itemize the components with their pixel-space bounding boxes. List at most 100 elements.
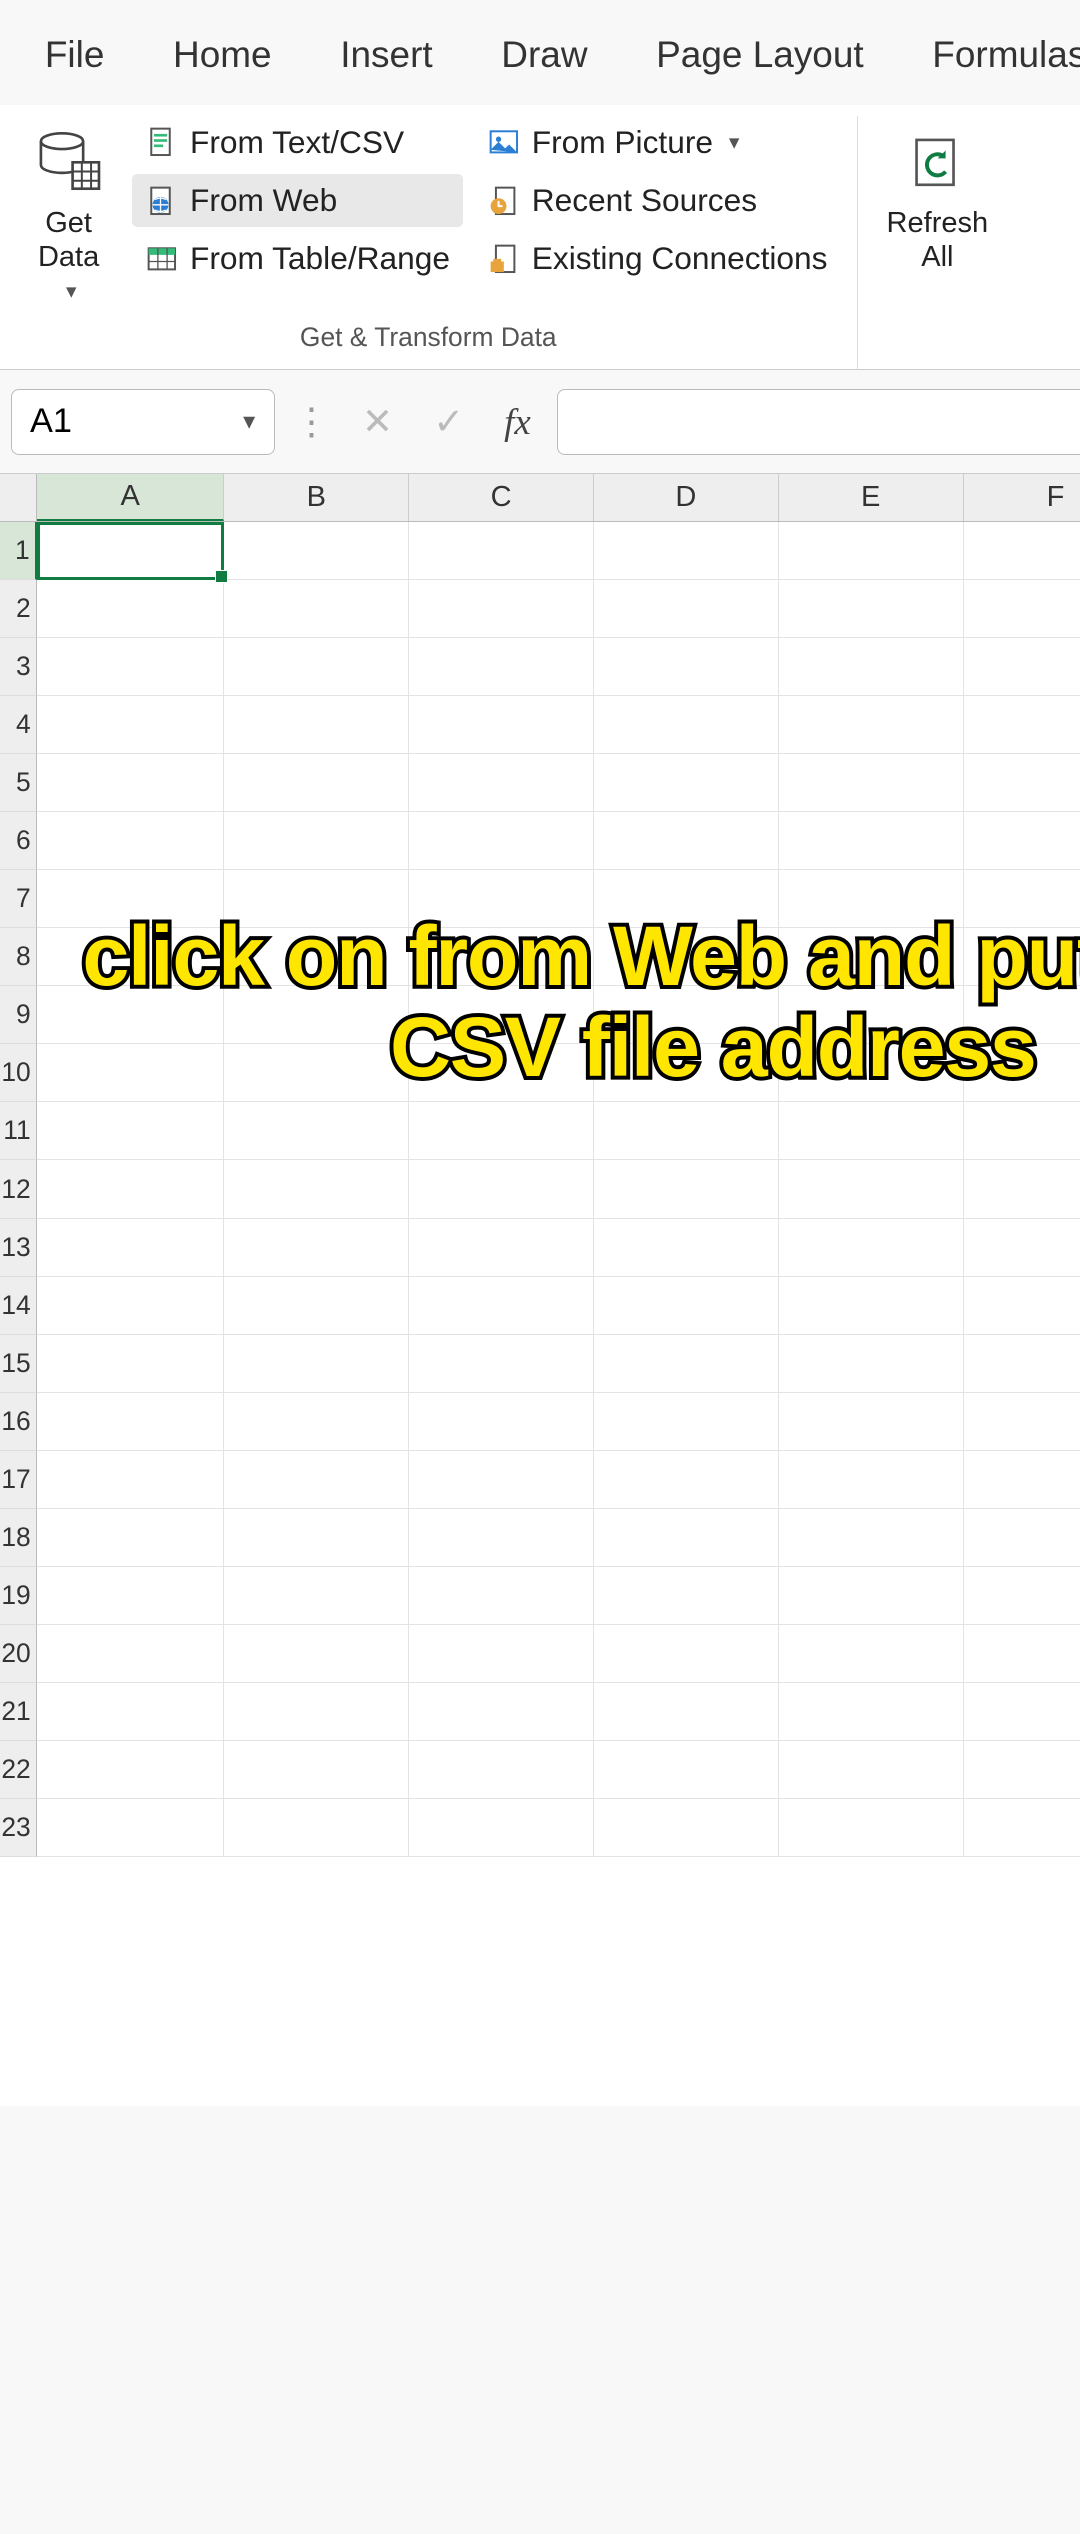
cell[interactable]: [37, 522, 224, 580]
insert-function-button[interactable]: fx: [491, 400, 544, 443]
row-header[interactable]: 6: [0, 812, 37, 870]
cell[interactable]: [594, 928, 779, 986]
cell[interactable]: [779, 1741, 964, 1799]
grid-body[interactable]: 1 2 3 4 5 6 7 8 9 10 11 12 13 14 15 16 1…: [0, 522, 1080, 2106]
tab-file[interactable]: File: [11, 18, 139, 92]
cell[interactable]: [409, 1219, 594, 1277]
cell[interactable]: [779, 696, 964, 754]
cell[interactable]: [594, 1509, 779, 1567]
recent-sources-button[interactable]: Recent Sources: [474, 174, 841, 227]
column-header-D[interactable]: D: [594, 474, 779, 521]
cell[interactable]: [409, 1160, 594, 1218]
cell[interactable]: [409, 1567, 594, 1625]
cell[interactable]: [409, 1277, 594, 1335]
cell[interactable]: [594, 1335, 779, 1393]
cell[interactable]: [779, 986, 964, 1044]
cell[interactable]: [779, 1219, 964, 1277]
cell[interactable]: [37, 1625, 224, 1683]
cell[interactable]: [964, 986, 1080, 1044]
cell[interactable]: [409, 928, 594, 986]
cell[interactable]: [224, 1451, 409, 1509]
column-header-E[interactable]: E: [779, 474, 964, 521]
cell[interactable]: [779, 928, 964, 986]
cell[interactable]: [409, 754, 594, 812]
cell[interactable]: [37, 1509, 224, 1567]
cell[interactable]: [594, 1625, 779, 1683]
row-header[interactable]: 2: [0, 580, 37, 638]
column-header-B[interactable]: B: [224, 474, 409, 521]
cell[interactable]: [409, 1509, 594, 1567]
row-header[interactable]: 19: [0, 1567, 37, 1625]
row-header[interactable]: 15: [0, 1335, 37, 1393]
cell[interactable]: [409, 1335, 594, 1393]
cell[interactable]: [964, 1625, 1080, 1683]
column-header-A[interactable]: A: [37, 474, 224, 521]
cell[interactable]: [594, 1683, 779, 1741]
cell[interactable]: [594, 1451, 779, 1509]
tab-draw[interactable]: Draw: [467, 18, 622, 92]
cell[interactable]: [224, 1625, 409, 1683]
cell[interactable]: [224, 986, 409, 1044]
row-header[interactable]: 22: [0, 1741, 37, 1799]
column-header-F[interactable]: F: [964, 474, 1080, 521]
cell[interactable]: [224, 638, 409, 696]
cell[interactable]: [224, 1335, 409, 1393]
name-box[interactable]: A1 ▾: [11, 389, 275, 455]
cell[interactable]: [224, 696, 409, 754]
cell[interactable]: [37, 1393, 224, 1451]
cell[interactable]: [779, 1451, 964, 1509]
cell[interactable]: [779, 870, 964, 928]
cell[interactable]: [224, 1219, 409, 1277]
row-header[interactable]: 17: [0, 1451, 37, 1509]
cell[interactable]: [594, 1219, 779, 1277]
cell[interactable]: [779, 754, 964, 812]
cell[interactable]: [409, 1393, 594, 1451]
cell[interactable]: [37, 870, 224, 928]
cell[interactable]: [964, 1393, 1080, 1451]
cell[interactable]: [964, 696, 1080, 754]
cell[interactable]: [594, 1393, 779, 1451]
cell[interactable]: [409, 1799, 594, 1857]
tab-page-layout[interactable]: Page Layout: [622, 18, 898, 92]
cell[interactable]: [964, 580, 1080, 638]
row-header[interactable]: 21: [0, 1683, 37, 1741]
row-header[interactable]: 8: [0, 928, 37, 986]
cell[interactable]: [964, 1741, 1080, 1799]
cell[interactable]: [224, 754, 409, 812]
cell[interactable]: [37, 638, 224, 696]
cell[interactable]: [37, 986, 224, 1044]
from-web-button[interactable]: From Web: [132, 174, 463, 227]
cell[interactable]: [594, 580, 779, 638]
cell[interactable]: [964, 1683, 1080, 1741]
cell[interactable]: [409, 1741, 594, 1799]
formula-input[interactable]: [557, 389, 1080, 455]
cell[interactable]: [224, 1044, 409, 1102]
cell[interactable]: [594, 1567, 779, 1625]
cell[interactable]: [964, 1219, 1080, 1277]
cell[interactable]: [224, 580, 409, 638]
from-table-range-button[interactable]: From Table/Range: [132, 232, 463, 285]
cell[interactable]: [779, 1683, 964, 1741]
existing-connections-button[interactable]: Existing Connections: [474, 232, 841, 285]
cell[interactable]: [37, 1335, 224, 1393]
row-header[interactable]: 10: [0, 1044, 37, 1102]
row-header[interactable]: 7: [0, 870, 37, 928]
cell[interactable]: [224, 1683, 409, 1741]
cell[interactable]: [594, 1160, 779, 1218]
cell[interactable]: [37, 812, 224, 870]
cell[interactable]: [37, 928, 224, 986]
cell[interactable]: [964, 1277, 1080, 1335]
cell[interactable]: [779, 1509, 964, 1567]
cell[interactable]: [594, 1044, 779, 1102]
cell[interactable]: [594, 1102, 779, 1160]
cell[interactable]: [779, 1102, 964, 1160]
cell[interactable]: [964, 522, 1080, 580]
cell[interactable]: [964, 1567, 1080, 1625]
cell[interactable]: [37, 1741, 224, 1799]
cell[interactable]: [594, 1799, 779, 1857]
cell[interactable]: [779, 1277, 964, 1335]
row-header[interactable]: 20: [0, 1625, 37, 1683]
cell[interactable]: [224, 522, 409, 580]
row-header[interactable]: 12: [0, 1160, 37, 1218]
row-header[interactable]: 1: [0, 522, 37, 580]
